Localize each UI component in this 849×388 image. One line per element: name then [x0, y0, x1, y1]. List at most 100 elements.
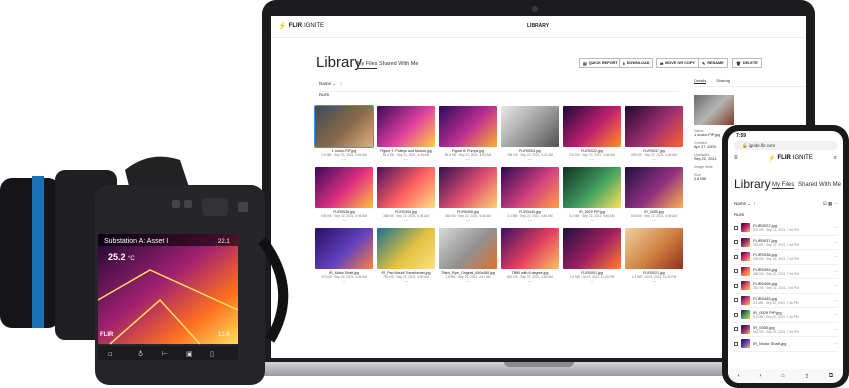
- file-thumbnail[interactable]: [315, 167, 373, 208]
- more-options-icon[interactable]: ⋯: [834, 341, 838, 346]
- file-thumbnail[interactable]: [501, 167, 559, 208]
- url-bar[interactable]: 🔒 ignite.flir.com: [734, 141, 837, 150]
- file-card[interactable]: IR_Motor Shaft.jpg 375 KB · Sep 22, 2021,…: [315, 228, 373, 284]
- file-thumbnail[interactable]: [315, 228, 373, 269]
- more-options-icon[interactable]: ⋯: [834, 327, 838, 332]
- more-options-icon[interactable]: ···: [315, 279, 373, 284]
- row-checkbox[interactable]: [734, 225, 738, 230]
- move-or-copy-button[interactable]: ⇄ MOVE OR COPY: [656, 58, 699, 68]
- file-card[interactable]: FLIR0445.jpg 3.4 MB · Sep 22, 2021, 4:46 …: [501, 167, 559, 223]
- file-thumbnail[interactable]: [625, 106, 683, 147]
- file-card[interactable]: FLIR0394.jpg 388 KB · Sep 22, 2021, 4:46 …: [377, 167, 435, 223]
- file-thumbnail[interactable]: [625, 167, 683, 208]
- camera-mode-icon[interactable]: ▣: [186, 350, 193, 358]
- more-options-icon[interactable]: ···: [315, 157, 373, 162]
- file-card[interactable]: FLIR0001.jpg 1.0 MB · Oct 5, 2021, 11:34 …: [563, 228, 621, 284]
- phone-tab-shared[interactable]: Shared With Me: [798, 182, 841, 188]
- more-options-icon[interactable]: ···: [377, 157, 435, 162]
- file-thumbnail[interactable]: [563, 228, 621, 269]
- more-options-icon[interactable]: ⋯: [834, 225, 838, 230]
- forward-icon[interactable]: ›: [759, 373, 761, 379]
- tab-details[interactable]: Details: [694, 78, 707, 84]
- tab-sharing[interactable]: Sharing: [716, 78, 730, 84]
- file-card[interactable]: FLIR0021.jpg 1.4 MB · Oct 5, 2021, 11:34 …: [625, 228, 683, 284]
- file-card[interactable]: TB80 with 6 degree.jpg 862 KB · Sep 22, 2…: [501, 228, 559, 284]
- row-checkbox[interactable]: [734, 254, 738, 259]
- file-thumbnail[interactable]: [625, 228, 683, 269]
- more-options-icon[interactable]: ···: [625, 157, 683, 162]
- more-options-icon[interactable]: ···: [625, 279, 683, 284]
- quick-report-button[interactable]: ▤ QUICK REPORT: [579, 58, 622, 68]
- more-options-icon[interactable]: ···: [501, 157, 559, 162]
- more-options-icon[interactable]: ···: [563, 157, 621, 162]
- phone-brand-logo[interactable]: ⚡ FLIR IGNITE: [768, 155, 813, 162]
- more-options-icon[interactable]: ···: [563, 218, 621, 223]
- file-thumbnail[interactable]: [377, 228, 435, 269]
- list-item[interactable]: FLIR0394.jpg 388 KB · Sep 22, 2021, 7:46 …: [734, 265, 838, 279]
- file-card[interactable]: Figure 7: Pulleys and Motors.jpg 82.4 KB …: [377, 106, 435, 162]
- camera-measure-icon[interactable]: ⊢: [162, 350, 168, 358]
- file-card[interactable]: FLIR0406.jpg 352 KB · Sep 22, 2021, 4:46 …: [439, 167, 497, 223]
- list-item[interactable]: IR_Motor Shaft.jpg ⋯: [734, 337, 838, 352]
- more-options-icon[interactable]: ···: [501, 218, 559, 223]
- sort-control[interactable]: Name ⌄ ↑: [319, 81, 342, 87]
- phone-sort-control[interactable]: Name ⌄ ↑ ☑ ▦ ⋯: [734, 201, 838, 207]
- more-options-icon[interactable]: ···: [439, 279, 497, 284]
- file-thumbnail[interactable]: [563, 167, 621, 208]
- more-options-icon[interactable]: ···: [625, 218, 683, 223]
- more-options-icon[interactable]: ⋯: [834, 283, 838, 288]
- row-checkbox[interactable]: [734, 240, 738, 245]
- rename-button[interactable]: ✎ RENAME: [698, 58, 728, 68]
- file-thumbnail[interactable]: [501, 106, 559, 147]
- file-thumbnail[interactable]: [439, 167, 497, 208]
- file-thumbnail[interactable]: [314, 105, 374, 148]
- file-card[interactable]: Figure 8: Pumps.jpg 85.8 KB · Sep 22, 202…: [439, 106, 497, 162]
- file-card[interactable]: IR_Pad Mount Transformer.jpg 791 KB · Sep…: [377, 228, 435, 284]
- row-checkbox[interactable]: [734, 283, 738, 288]
- more-options-icon[interactable]: ···: [377, 218, 435, 223]
- share-icon[interactable]: ⇪: [804, 373, 809, 380]
- list-item[interactable]: FLIR0038.jpg 535 KB · Sep 22, 2021, 7:46 …: [734, 250, 838, 265]
- delete-button[interactable]: 🗑 DELETE: [732, 58, 762, 68]
- file-card[interactable]: Tilted_Pipe_Original_640x480.jpg 1.8 MB ·…: [439, 228, 497, 284]
- list-item[interactable]: FLIR0445.jpg 3.4 MB · Sep 22, 2021, 7:46 …: [734, 294, 838, 308]
- more-options-icon[interactable]: ···: [439, 157, 497, 162]
- file-thumbnail[interactable]: [377, 167, 435, 208]
- file-card[interactable]: FLIR0022.jpg 201 KB · Sep 22, 2021, 4:46 …: [563, 106, 621, 162]
- download-button[interactable]: ⤓ DOWNLOAD: [619, 58, 654, 68]
- row-checkbox[interactable]: [734, 269, 738, 274]
- row-checkbox[interactable]: [734, 341, 738, 346]
- home-icon[interactable]: ⌂: [781, 373, 785, 379]
- more-options-icon[interactable]: ⋯: [834, 312, 838, 317]
- more-options-icon[interactable]: ···: [377, 279, 435, 284]
- camera-save-icon[interactable]: ▯: [210, 350, 214, 358]
- camera-spot-icon[interactable]: ♁: [138, 350, 143, 358]
- phone-tab-my-files[interactable]: My Files: [772, 182, 795, 189]
- more-options-icon[interactable]: ⋯: [834, 240, 838, 245]
- row-checkbox[interactable]: [734, 327, 738, 332]
- row-checkbox[interactable]: [734, 312, 738, 317]
- list-item[interactable]: FLIR0037.jpg 283 KB · Sep 22, 2021, 7:46 …: [734, 236, 838, 250]
- list-item[interactable]: IR_0029 PIP.jpg 5.2 MB · Sep 22, 2021, 7:…: [734, 308, 838, 323]
- file-card[interactable]: FLIR0038.jpg 535 KB · Sep 22, 2021, 4:46 …: [315, 167, 373, 223]
- tab-my-files[interactable]: My Files: [357, 61, 378, 69]
- file-card[interactable]: FLIR0004.jpg 784 KB · Sep 22, 2021, 4:47 …: [501, 106, 559, 162]
- tabs-icon[interactable]: ⧉: [829, 373, 833, 380]
- grid-view-icon[interactable]: ☑ ▦ ⋯: [823, 201, 838, 207]
- more-options-icon[interactable]: ⋯: [834, 269, 838, 274]
- list-item[interactable]: FLIR0406.jpg 352 KB · Sep 22, 2021, 7:46 …: [734, 279, 838, 294]
- more-options-icon[interactable]: ⋯: [834, 298, 838, 303]
- list-item[interactable]: FLIR0022.jpg 201 KB · Sep 22, 2021, 7:46 …: [734, 221, 838, 236]
- file-card[interactable]: 1 motor-PIP.jpg 2.8 MB · Sep 22, 2021, 4:…: [314, 105, 374, 162]
- file-thumbnail[interactable]: [563, 106, 621, 147]
- list-item[interactable]: IR_0050.jpg 843 KB · Sep 22, 2021, 7:46 P…: [734, 323, 838, 337]
- search-icon[interactable]: ⌕: [834, 155, 837, 162]
- menu-icon[interactable]: ≡: [734, 155, 738, 161]
- more-options-icon[interactable]: ···: [439, 218, 497, 223]
- file-thumbnail[interactable]: [439, 106, 497, 147]
- more-options-icon[interactable]: ···: [501, 279, 559, 284]
- file-thumbnail[interactable]: [439, 228, 497, 269]
- file-card[interactable]: FLIR0037.jpg 283 KB · Sep 22, 2021, 4:46 …: [625, 106, 683, 162]
- file-card[interactable]: IR_0050.jpg 843 KB · Sep 22, 2021, 4:46 A…: [625, 167, 683, 223]
- file-thumbnail[interactable]: [377, 106, 435, 147]
